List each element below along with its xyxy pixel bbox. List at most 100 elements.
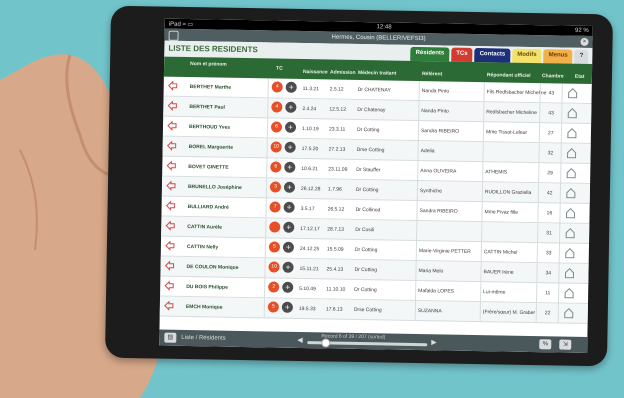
export-icon[interactable]: ⇲ xyxy=(559,339,572,350)
arrow-icon[interactable] xyxy=(167,100,177,111)
resident-name[interactable]: DU BOIS Philippe xyxy=(186,284,228,291)
column-divider xyxy=(539,83,541,103)
tc-badge[interactable]: 10 xyxy=(268,261,280,273)
tc-badge[interactable]: 2 xyxy=(268,281,280,293)
tab-contacts[interactable]: Contacts xyxy=(474,47,511,63)
doctor: Drse Cotting xyxy=(353,306,382,314)
col-repondant[interactable]: Répondant officiel xyxy=(487,72,531,79)
add-tc-icon[interactable]: + xyxy=(282,261,294,273)
add-tc-icon[interactable]: + xyxy=(285,81,297,93)
col-admission[interactable]: Admission xyxy=(330,69,356,75)
tc-badge[interactable]: 6 xyxy=(270,121,283,133)
home-icon[interactable] xyxy=(168,30,179,41)
column-divider xyxy=(481,222,483,242)
list-icon[interactable]: ▤ xyxy=(164,332,177,343)
referent: Adelia xyxy=(420,148,435,155)
column-divider xyxy=(480,262,482,282)
resident-name[interactable]: BERTHET Marthe xyxy=(190,84,232,91)
add-tc-icon[interactable]: + xyxy=(285,101,297,113)
tc-badge[interactable]: 4 xyxy=(271,81,283,93)
previous-record-icon[interactable]: ◀ xyxy=(297,336,303,344)
tc-badge[interactable]: 10 xyxy=(270,141,282,153)
arrow-icon[interactable] xyxy=(166,160,176,171)
resident-name[interactable]: BERTHET Paul xyxy=(189,104,225,111)
tc-badge[interactable]: 3 xyxy=(269,181,282,193)
add-tc-icon[interactable]: + xyxy=(282,241,295,253)
slider-thumb[interactable] xyxy=(321,338,331,348)
add-tc-icon[interactable]: + xyxy=(283,181,296,193)
col-chambre[interactable]: Chambre xyxy=(542,73,564,79)
add-tc-icon[interactable]: + xyxy=(283,221,295,233)
house-icon[interactable] xyxy=(566,167,576,179)
resident-name[interactable]: DE COULON Monique xyxy=(187,264,239,271)
tc-badge[interactable]: 5 xyxy=(268,241,281,253)
column-divider xyxy=(479,302,481,322)
col-nom[interactable]: Nom et prénom xyxy=(190,61,227,68)
column-divider xyxy=(538,143,540,163)
tc-badge[interactable]: 5 xyxy=(267,301,279,313)
resident-name[interactable]: BOREL Marguerite xyxy=(189,144,233,151)
house-icon[interactable] xyxy=(567,147,577,159)
arrow-icon[interactable] xyxy=(166,180,176,191)
resident-name[interactable]: CATTIN Nelly xyxy=(187,244,218,251)
add-tc-icon[interactable]: + xyxy=(284,141,296,153)
referent: Anna OLIVEIRA xyxy=(420,168,457,175)
tab-tcs[interactable]: TCs xyxy=(451,47,473,62)
column-divider xyxy=(414,300,417,321)
arrow-icon[interactable] xyxy=(166,140,177,151)
arrow-icon[interactable] xyxy=(165,200,176,211)
add-tc-icon[interactable]: + xyxy=(282,281,294,293)
arrow-icon[interactable] xyxy=(164,280,174,291)
add-tc-icon[interactable]: + xyxy=(281,301,293,313)
tc-badge[interactable] xyxy=(269,221,281,233)
arrow-icon[interactable] xyxy=(168,80,178,91)
column-divider xyxy=(265,178,268,198)
arrow-icon[interactable] xyxy=(165,240,175,251)
house-icon[interactable] xyxy=(564,287,574,299)
close-icon[interactable]: × xyxy=(580,37,589,46)
house-icon[interactable] xyxy=(566,187,576,199)
arrow-icon[interactable] xyxy=(165,220,175,231)
house-icon[interactable] xyxy=(565,227,575,239)
house-icon[interactable] xyxy=(568,88,578,99)
house-icon[interactable] xyxy=(567,108,577,119)
add-tc-icon[interactable]: + xyxy=(284,121,297,133)
column-divider xyxy=(560,143,562,163)
resident-name[interactable]: BULLIARD André xyxy=(188,204,229,211)
col-naissance[interactable]: Naissance xyxy=(303,69,328,75)
add-tc-icon[interactable]: + xyxy=(284,161,296,173)
column-divider xyxy=(415,280,417,301)
tc-badge[interactable]: 6 xyxy=(270,161,282,173)
resident-name[interactable]: BOVET GINETTE xyxy=(188,164,228,171)
resident-name[interactable]: CATTIN Aurèle xyxy=(187,224,222,231)
arrow-icon[interactable] xyxy=(167,120,177,131)
column-divider xyxy=(538,123,541,143)
col-tc[interactable]: TC xyxy=(276,66,283,72)
arrow-icon[interactable] xyxy=(164,260,175,271)
doctor: Dr Cotting xyxy=(355,186,379,194)
tab-modifs[interactable]: Modifs xyxy=(512,48,542,64)
tab-menus[interactable]: Menus xyxy=(543,49,573,64)
col-etat[interactable]: Etat xyxy=(575,74,585,80)
sort-icon[interactable]: % xyxy=(539,339,552,350)
col-medecin[interactable]: Médecin traitant xyxy=(358,70,396,77)
house-icon[interactable] xyxy=(565,247,575,259)
house-icon[interactable] xyxy=(564,307,574,319)
house-icon[interactable] xyxy=(567,128,577,139)
column-divider xyxy=(266,118,269,138)
tc-badge[interactable]: 7 xyxy=(269,201,281,213)
column-divider xyxy=(264,238,267,258)
resident-name[interactable]: BERTHOUD Yves xyxy=(189,124,230,131)
next-record-icon[interactable]: ▶ xyxy=(431,338,437,346)
admission-date: 15.5.09 xyxy=(326,246,344,253)
tab-help[interactable]: ? xyxy=(574,49,589,64)
add-tc-icon[interactable]: + xyxy=(283,201,295,213)
col-referent[interactable]: Référent xyxy=(422,71,442,77)
house-icon[interactable] xyxy=(564,267,575,279)
resident-name[interactable]: EMCH Monique xyxy=(186,304,223,311)
tab-residents[interactable]: Résidents xyxy=(410,46,450,62)
tc-badge[interactable]: 4 xyxy=(271,101,283,113)
resident-name[interactable]: BRUNELLO Joséphine xyxy=(188,184,242,191)
house-icon[interactable] xyxy=(565,207,576,219)
arrow-icon[interactable] xyxy=(164,300,174,311)
